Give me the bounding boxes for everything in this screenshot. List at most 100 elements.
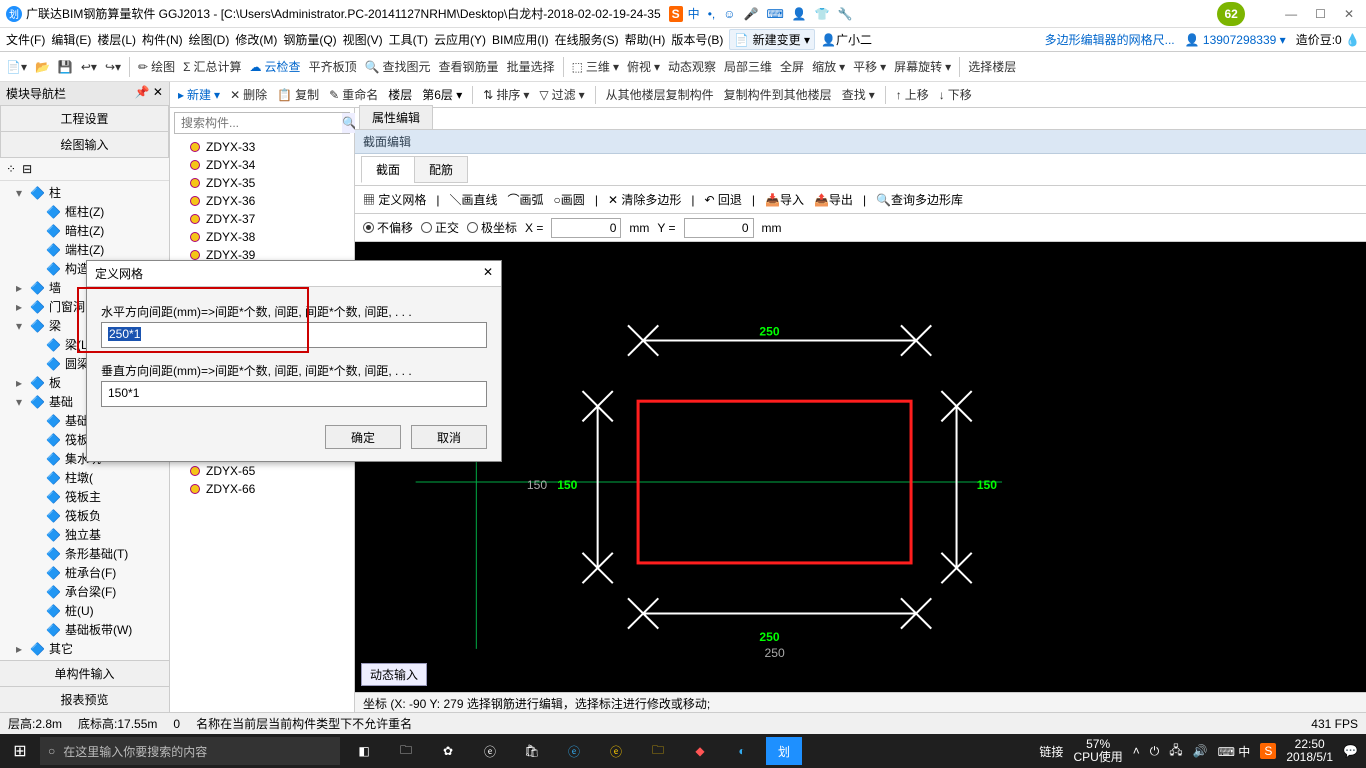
floor-select[interactable]: 第6层 ▾ [422, 86, 462, 103]
tree-node[interactable]: 🔷桩承台(F) [4, 563, 165, 582]
menu-modify[interactable]: 修改(M) [235, 31, 277, 48]
tray-up-icon[interactable]: ˄ [1133, 744, 1140, 758]
batch-select-button[interactable]: 批量选择 [507, 58, 555, 75]
menu-version[interactable]: 版本号(B) [671, 31, 723, 48]
define-grid-button[interactable]: ▦ 定义网格 [363, 191, 426, 208]
undo-icon[interactable]: ↩▾ [81, 60, 97, 74]
user-phone[interactable]: 👤 13907298339 ▾ [1185, 33, 1286, 47]
tray-power-icon[interactable]: ⏻ [1150, 744, 1160, 759]
component-item[interactable]: ZDYX-37 [170, 210, 354, 228]
component-item[interactable]: ZDYX-33 [170, 138, 354, 156]
maximize-button[interactable]: ☐ [1315, 7, 1326, 21]
component-item[interactable]: ZDYX-65 [170, 462, 354, 480]
tree-node[interactable]: 🔷承台梁(F) [4, 582, 165, 601]
edge-icon[interactable]: ⓔ [556, 737, 592, 765]
move-down-button[interactable]: ↓ 下移 [939, 86, 972, 103]
cpu-meter[interactable]: 57%CPU使用 [1073, 738, 1122, 764]
single-input-button[interactable]: 单构件输入 [0, 660, 169, 686]
component-item[interactable]: ZDYX-38 [170, 228, 354, 246]
3d-button[interactable]: ⬚三维▾ [572, 58, 619, 75]
dialog-close-button[interactable]: ✕ [483, 265, 493, 282]
ie-icon[interactable]: ⓔ [598, 737, 634, 765]
component-item[interactable]: ZDYX-34 [170, 156, 354, 174]
copy-comp-button[interactable]: 📋 复制 [277, 86, 319, 103]
menu-help[interactable]: 帮助(H) [625, 31, 666, 48]
export-button[interactable]: 📤导出 [814, 191, 853, 208]
open-icon[interactable]: 📂 [35, 60, 50, 74]
component-item[interactable]: ZDYX-36 [170, 192, 354, 210]
draw-line-button[interactable]: ＼画直线 [449, 191, 497, 208]
tree-node[interactable]: 🔷框柱(Z) [4, 202, 165, 221]
ok-button[interactable]: 确定 [325, 425, 401, 449]
drawing-viewport[interactable]: 250 250 250 [355, 242, 1366, 712]
polar-radio[interactable]: 极坐标 [467, 219, 517, 236]
tray-vol-icon[interactable]: 🔊 [1193, 744, 1208, 758]
tab-properties[interactable]: 属性编辑 [359, 105, 433, 129]
explorer-icon[interactable]: 🗀 [640, 737, 676, 765]
tray-link[interactable]: 链接 [1039, 743, 1063, 760]
tree-node[interactable]: 🔷桩(U) [4, 601, 165, 620]
clock[interactable]: 22:502018/5/1 [1286, 738, 1333, 764]
ortho-radio[interactable]: 正交 [421, 219, 459, 236]
search-input[interactable] [175, 113, 342, 133]
draw-circle-button[interactable]: ○画圆 [554, 191, 585, 208]
tab-draw-input[interactable]: 绘图输入 [0, 131, 169, 158]
offset-none-radio[interactable]: 不偏移 [363, 219, 413, 236]
notifications-icon[interactable]: 💬 [1343, 744, 1358, 758]
subtab-rebar[interactable]: 配筋 [414, 156, 468, 183]
menu-edit[interactable]: 编辑(E) [51, 31, 91, 48]
filter-button[interactable]: ▽ 过滤 ▾ [539, 86, 584, 103]
align-top-button[interactable]: 平齐板顶 [309, 58, 357, 75]
windows-taskbar[interactable]: ⊞ ○ 在这里输入你要搜索的内容 ◧ 🗀 ✿ ⓔ 🛍 ⓔ ⓔ 🗀 ◆ ◐ 划 链… [0, 734, 1366, 768]
top-view-button[interactable]: 俯视▾ [627, 58, 660, 75]
store-icon[interactable]: 🛍 [514, 737, 550, 765]
tree-node[interactable]: 🔷条形基础(T) [4, 544, 165, 563]
new-icon[interactable]: 📄▾ [6, 60, 27, 74]
tree-node[interactable]: 🔷端柱(Z) [4, 240, 165, 259]
move-up-button[interactable]: ↑ 上移 [896, 86, 929, 103]
tree-node[interactable]: 🔷筏板主 [4, 487, 165, 506]
v-spacing-input[interactable]: 150*1 [101, 381, 487, 407]
new-change-button[interactable]: 📄 新建变更 ▾ [729, 29, 815, 50]
tray-lang[interactable]: ⌨ 中 [1218, 743, 1251, 760]
task-view-icon[interactable]: ◧ [346, 737, 382, 765]
app2-icon[interactable]: ✿ [430, 737, 466, 765]
rotate-button[interactable]: 屏幕旋转▾ [894, 58, 951, 75]
query-poly-button[interactable]: 🔍查询多边形库 [876, 191, 963, 208]
menu-bim[interactable]: BIM应用(I) [492, 31, 549, 48]
tree-node[interactable]: ▸🔷其它 [4, 639, 165, 658]
menu-draw[interactable]: 绘图(D) [189, 31, 230, 48]
ggj-icon[interactable]: 划 [766, 737, 802, 765]
redo-icon[interactable]: ↪▾ [105, 60, 121, 74]
app3-icon[interactable]: ◆ [682, 737, 718, 765]
dynamic-input-toggle[interactable]: 动态输入 [361, 663, 427, 686]
copy-from-button[interactable]: 从其他楼层复制构件 [606, 86, 714, 103]
fullscreen-button[interactable]: 全屏 [780, 58, 804, 75]
tray-net-icon[interactable]: 🖧 [1169, 741, 1182, 762]
import-button[interactable]: 📥导入 [765, 191, 804, 208]
ime-badge[interactable]: S [669, 6, 683, 22]
tree-node[interactable]: 🔷暗柱(Z) [4, 221, 165, 240]
menu-floor[interactable]: 楼层(L) [97, 31, 136, 48]
tree-node[interactable]: ▾🔷柱 [4, 183, 165, 202]
sort-button[interactable]: ⇅ 排序 ▾ [483, 86, 529, 103]
h-spacing-input[interactable]: 250*1 [101, 322, 487, 348]
menu-component[interactable]: 构件(N) [142, 31, 183, 48]
menu-cloud[interactable]: 云应用(Y) [434, 31, 486, 48]
cancel-button[interactable]: 取消 [411, 425, 487, 449]
subtab-section[interactable]: 截面 [361, 156, 415, 183]
del-comp-button[interactable]: ✕ 删除 [230, 86, 267, 103]
start-button[interactable]: ⊞ [0, 741, 40, 761]
select-floor-button[interactable]: 选择楼层 [968, 58, 1016, 75]
tray-sogou-icon[interactable]: S [1260, 743, 1276, 759]
app1-icon[interactable]: 🗀 [388, 737, 424, 765]
draw-button[interactable]: ✏绘图 [138, 58, 175, 75]
undo-draw-button[interactable]: ↶ 回退 [704, 191, 741, 208]
close-button[interactable]: ✕ [1344, 7, 1354, 21]
pan-button[interactable]: 平移▾ [853, 58, 886, 75]
local3d-button[interactable]: 局部三维 [724, 58, 772, 75]
app4-icon[interactable]: ◐ [724, 737, 760, 765]
save-icon[interactable]: 💾 [58, 60, 73, 74]
rename-comp-button[interactable]: ✎ 重命名 [329, 86, 378, 103]
minimize-button[interactable]: — [1285, 7, 1297, 21]
